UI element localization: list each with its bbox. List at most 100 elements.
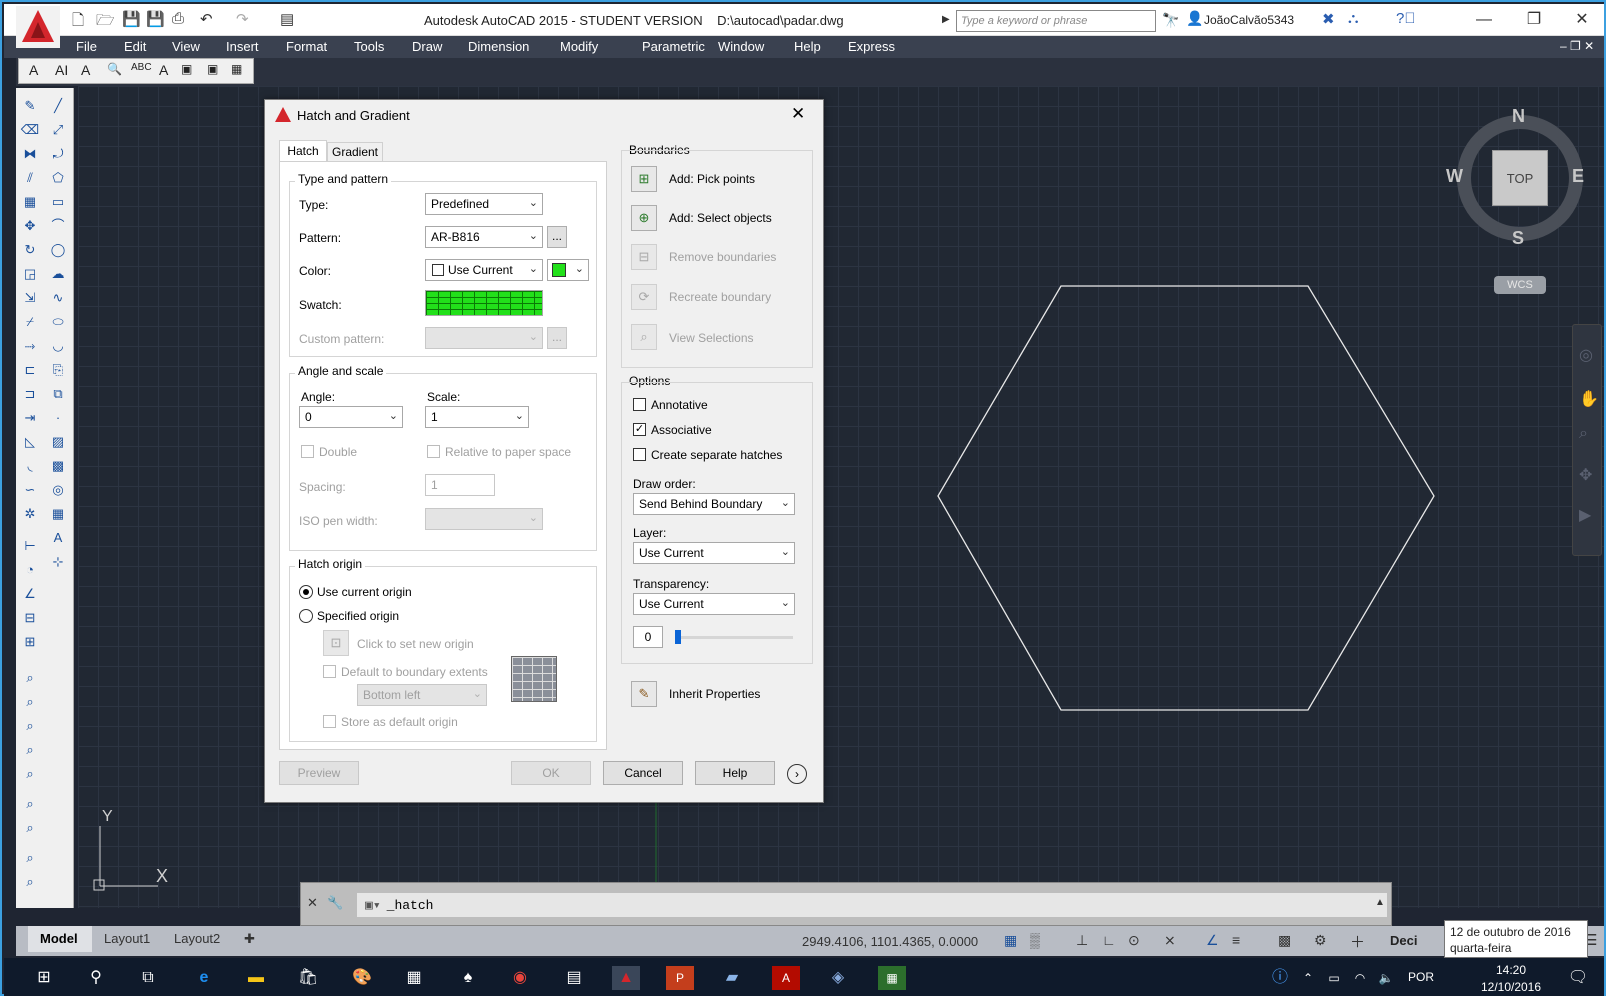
menu-parametric[interactable]: Parametric	[642, 39, 705, 54]
edit-text-icon[interactable]: A	[81, 62, 90, 78]
coordinates-readout[interactable]: 2949.4106, 1101.4365, 0.0000	[802, 934, 978, 949]
spline-icon[interactable]: ∿	[48, 288, 68, 308]
binoculars-icon[interactable]: 🔭	[1162, 12, 1179, 29]
relative-paper-checkbox[interactable]	[427, 445, 440, 458]
use-current-origin-radio[interactable]	[299, 585, 313, 599]
menu-dimension[interactable]: Dimension	[468, 39, 529, 54]
viewcube[interactable]: N S E W TOP WCS	[1446, 106, 1590, 306]
menu-draw[interactable]: Draw	[412, 39, 442, 54]
clock[interactable]: 14:20 12/10/2016	[1476, 962, 1546, 996]
move-icon[interactable]: ✥	[20, 216, 40, 236]
rectangle-icon[interactable]: ▭	[48, 192, 68, 212]
pan-icon[interactable]: ✋	[1579, 389, 1599, 409]
cancel-button[interactable]: Cancel	[603, 761, 683, 785]
showmotion-icon[interactable]: ▶	[1579, 505, 1591, 525]
text-style-icon[interactable]: A	[159, 62, 168, 78]
doc-window-controls[interactable]: – ❐ ✕	[1560, 39, 1594, 53]
tab-layout1[interactable]: Layout1	[104, 931, 150, 946]
angle-select[interactable]: 0 ⌄	[299, 406, 403, 428]
zoom-scale-icon[interactable]: ⌕	[20, 740, 40, 760]
origin-position-select[interactable]: Bottom left ⌄	[357, 684, 487, 706]
construction-line-icon[interactable]: ⤢	[48, 120, 68, 140]
break-at-point-icon[interactable]: ⊏	[20, 360, 40, 380]
recreate-boundary-icon[interactable]: ⟳	[631, 284, 657, 310]
continue-dimension-icon[interactable]: ⊞	[20, 632, 40, 652]
remove-boundaries-label[interactable]: Remove boundaries	[669, 250, 776, 264]
task-view-icon[interactable]: ⧉	[134, 966, 162, 990]
ok-button[interactable]: OK	[511, 761, 591, 785]
infer-constraints-icon[interactable]: ⊥	[1076, 932, 1088, 949]
spacing-input[interactable]: 1	[425, 474, 495, 496]
single-line-text-icon[interactable]: AI	[55, 62, 68, 78]
compass-west[interactable]: W	[1446, 166, 1463, 187]
trim-icon[interactable]: ⌿	[20, 312, 40, 332]
add-select-objects-icon[interactable]: ⊕	[631, 205, 657, 231]
save-icon[interactable]: 💾	[122, 10, 141, 28]
specified-origin-radio[interactable]	[299, 609, 313, 623]
add-pick-points-label[interactable]: Add: Pick points	[669, 172, 755, 186]
menu-insert[interactable]: Insert	[226, 39, 259, 54]
snap-icon[interactable]: ▒	[1030, 932, 1040, 948]
join-icon[interactable]: ⇥	[20, 408, 40, 428]
draw-order-select[interactable]: Send Behind Boundary ⌄	[633, 493, 795, 515]
more-options-icon[interactable]: ›	[787, 764, 807, 784]
mirror-icon[interactable]: ⧓	[20, 144, 40, 164]
transparency-select[interactable]: Use Current ⌄	[633, 593, 795, 615]
view-selections-icon[interactable]: ⌕	[631, 324, 657, 350]
arc-icon[interactable]: ⌒	[48, 216, 68, 236]
polyline-icon[interactable]: ⤾	[48, 144, 68, 164]
convert-distance-icon[interactable]: ▦	[231, 62, 242, 76]
chamfer-icon[interactable]: ◺	[20, 432, 40, 452]
associative-checkbox[interactable]: ✓	[633, 423, 646, 436]
radius-dimension-icon[interactable]: ◔	[20, 560, 40, 580]
transparency-slider-track[interactable]	[675, 636, 793, 639]
new-layout-icon[interactable]: ✚	[244, 931, 255, 947]
lineweight-icon[interactable]: ≡	[1232, 932, 1240, 948]
scale-text-icon[interactable]: ▣	[181, 62, 192, 76]
command-input[interactable]: ▣▾ _hatch	[357, 893, 1387, 917]
edge-icon[interactable]: e	[190, 966, 218, 990]
exchange-icon[interactable]: ✖	[1322, 10, 1335, 28]
wcs-menu[interactable]: WCS	[1494, 276, 1546, 294]
gradient-icon[interactable]: ▩	[48, 456, 68, 476]
inherit-properties-icon[interactable]: ✎	[631, 681, 657, 707]
ortho-icon[interactable]: ∟	[1102, 932, 1116, 948]
menu-window[interactable]: Window	[718, 39, 764, 54]
info-tray-icon[interactable]: ⓘ	[1266, 966, 1294, 990]
menu-edit[interactable]: Edit	[124, 39, 146, 54]
recreate-boundary-label[interactable]: Recreate boundary	[669, 290, 771, 304]
view-selections-label[interactable]: View Selections	[669, 331, 754, 345]
compass-south[interactable]: S	[1512, 228, 1524, 249]
type-select[interactable]: Predefined ⌄	[425, 193, 543, 215]
acrobat-icon[interactable]: A	[772, 966, 800, 990]
set-origin-icon[interactable]: ⊡	[323, 630, 349, 656]
tab-model[interactable]: Model	[40, 931, 78, 946]
zoom-realtime-icon[interactable]: ⌕	[20, 668, 40, 688]
user-name[interactable]: JoãoCalvão5343	[1204, 13, 1294, 27]
array-icon[interactable]: ▦	[20, 192, 40, 212]
undo-icon[interactable]: ↶	[200, 10, 213, 28]
compass-north[interactable]: N	[1512, 106, 1525, 127]
menu-modify[interactable]: Modify	[560, 39, 598, 54]
tab-hatch[interactable]: Hatch	[279, 140, 327, 162]
fillet-icon[interactable]: ◟	[20, 456, 40, 476]
color-select[interactable]: Use Current ⌄	[425, 259, 543, 281]
print-icon[interactable]: ⎙	[172, 10, 184, 27]
chrome-icon[interactable]: ◉	[506, 966, 534, 990]
transparency-icon[interactable]: ▩	[1278, 932, 1291, 949]
wifi-icon[interactable]: ◠	[1346, 966, 1374, 990]
save-as-icon[interactable]: 💾	[146, 10, 165, 28]
justify-text-icon[interactable]: ▣	[207, 62, 218, 76]
table-icon[interactable]: ▦	[48, 504, 68, 524]
tab-gradient[interactable]: Gradient	[327, 142, 383, 162]
steering-wheel-icon[interactable]: ◎	[1579, 345, 1593, 365]
battery-icon[interactable]: ▭	[1320, 966, 1348, 990]
store-default-checkbox[interactable]	[323, 715, 336, 728]
explode-icon[interactable]: ✲	[20, 504, 40, 524]
double-checkbox[interactable]	[301, 445, 314, 458]
command-history-icon[interactable]: ▲	[1375, 897, 1385, 908]
region-icon[interactable]: ◎	[48, 480, 68, 500]
custom-pattern-browse-button[interactable]: ...	[547, 327, 567, 349]
blend-curves-icon[interactable]: ∽	[20, 480, 40, 500]
zoom-extents-icon[interactable]: ⌕	[20, 872, 40, 892]
